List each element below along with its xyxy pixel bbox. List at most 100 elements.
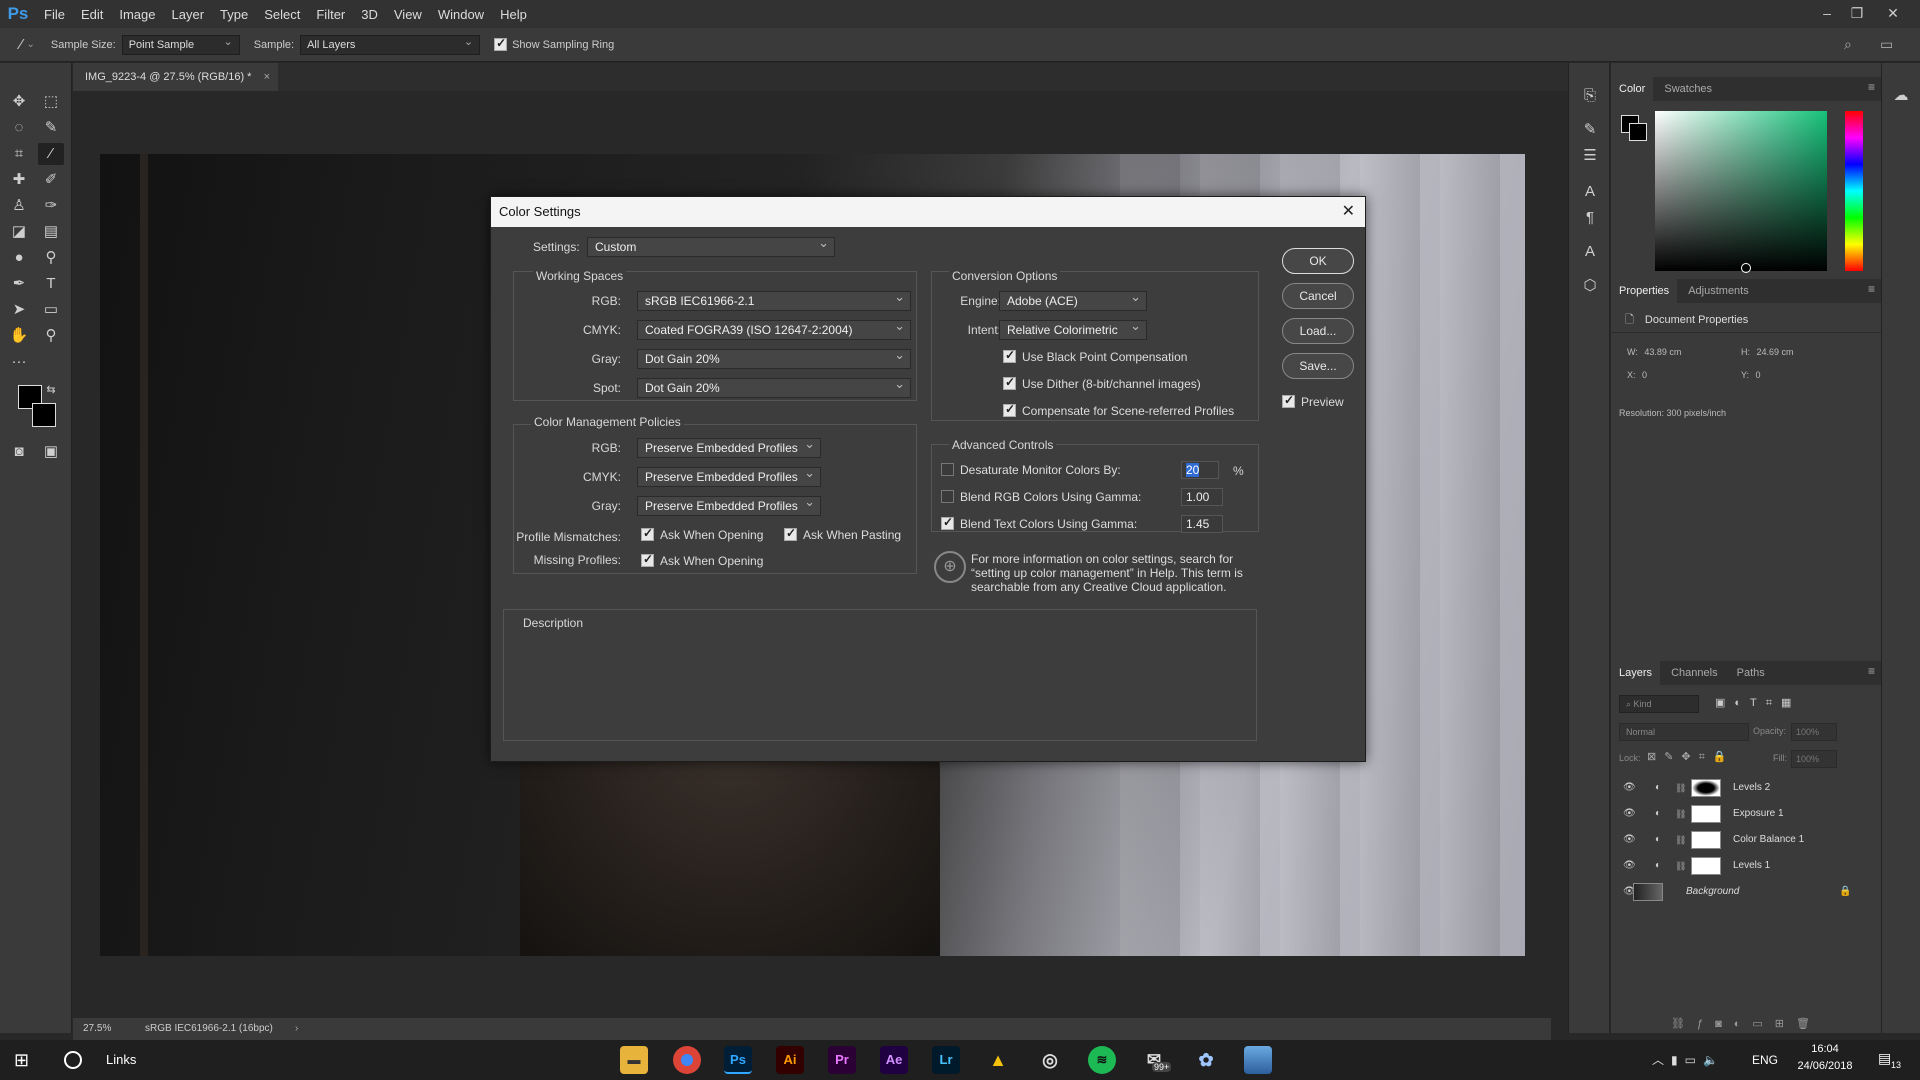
- layer-row[interactable]: 👁 ◐ ⛓ Levels 1: [1611, 853, 1881, 879]
- blend-mode-select[interactable]: Normal: [1619, 723, 1749, 741]
- menu-type[interactable]: Type: [212, 7, 256, 22]
- tab-paths[interactable]: Paths: [1729, 661, 1773, 685]
- gradient-tool-icon[interactable]: ▤: [38, 221, 64, 243]
- menu-filter[interactable]: Filter: [308, 7, 353, 22]
- checkbox[interactable]: [1003, 375, 1016, 391]
- pol-cmyk-select[interactable]: Preserve Embedded Profiles: [637, 464, 821, 487]
- save-button[interactable]: Save...: [1282, 353, 1354, 379]
- paragraph-panel-icon[interactable]: ¶: [1577, 207, 1603, 229]
- rectangle-tool-icon[interactable]: ▭: [38, 299, 64, 321]
- illustrator-icon[interactable]: Ai: [776, 1046, 804, 1074]
- lasso-tool-icon[interactable]: ◌: [6, 117, 32, 139]
- move-tool-icon[interactable]: ✥: [6, 91, 32, 113]
- marquee-tool-icon[interactable]: ⬚: [38, 91, 64, 113]
- eyedropper-tool-icon[interactable]: ⁄: [38, 143, 64, 165]
- layer-kind-filter[interactable]: ⌕ Kind: [1619, 695, 1699, 713]
- tab-color[interactable]: Color: [1611, 77, 1654, 101]
- x-field[interactable]: X: 0: [1627, 370, 1647, 380]
- engine-select[interactable]: Adobe (ACE): [999, 288, 1147, 311]
- lock-icons[interactable]: ⊠✎✥⌗🔒: [1647, 750, 1735, 764]
- screen-mode-icon[interactable]: ▣: [38, 441, 64, 463]
- background-color-swatch[interactable]: [32, 403, 56, 427]
- clock-time[interactable]: 16:04: [1795, 1043, 1855, 1055]
- checkbox[interactable]: [941, 463, 954, 477]
- path-select-icon[interactable]: ➤: [6, 299, 32, 321]
- swap-colors-icon[interactable]: ⇆: [38, 379, 64, 401]
- panel-menu-icon[interactable]: ≡: [1868, 664, 1875, 678]
- ws-rgb-select[interactable]: sRGB IEC61966-2.1: [637, 288, 911, 311]
- search-icon[interactable]: ⌕: [1844, 36, 1852, 53]
- close-window-icon[interactable]: ✕: [1878, 0, 1908, 28]
- glyphs-panel-icon[interactable]: A: [1577, 241, 1603, 263]
- blend-rgb-checkbox[interactable]: Blend RGB Colors Using Gamma:: [941, 490, 1141, 504]
- ask-pasting-checkbox[interactable]: Ask When Pasting: [784, 526, 901, 542]
- blur-tool-icon[interactable]: ●: [6, 247, 32, 269]
- links-toolbar[interactable]: Links: [106, 1052, 136, 1067]
- ws-cmyk-select[interactable]: Coated FOGRA39 (ISO 12647-2:2004): [637, 317, 911, 340]
- menu-image[interactable]: Image: [111, 7, 163, 22]
- eye-icon[interactable]: 👁: [1623, 827, 1636, 853]
- stamp-tool-icon[interactable]: ♙: [6, 195, 32, 217]
- panel-menu-icon[interactable]: ≡: [1868, 80, 1875, 94]
- eye-icon[interactable]: 👁: [1623, 853, 1636, 879]
- layer-row[interactable]: 👁 ◐ ⛓ Color Balance 1: [1611, 827, 1881, 853]
- zoom-level[interactable]: 27.5%: [83, 1018, 111, 1040]
- zoom-tool-icon[interactable]: ⚲: [38, 325, 64, 347]
- eyedropper-icon[interactable]: ⁄: [20, 36, 23, 53]
- blend-text-input[interactable]: 1.45: [1181, 515, 1223, 533]
- tab-properties[interactable]: Properties: [1611, 279, 1678, 303]
- eye-icon[interactable]: 👁: [1623, 801, 1636, 827]
- menu-help[interactable]: Help: [492, 7, 535, 22]
- cortana-icon[interactable]: [64, 1051, 82, 1069]
- workspace-icon[interactable]: ▭: [1880, 36, 1893, 53]
- ask-opening-checkbox[interactable]: Ask When Opening: [641, 526, 763, 542]
- libraries-icon[interactable]: ☁: [1888, 85, 1914, 107]
- show-ring-checkbox[interactable]: [494, 36, 508, 51]
- panel-menu-icon[interactable]: ≡: [1868, 282, 1875, 296]
- layer-row[interactable]: 👁 Background 🔒: [1611, 879, 1881, 905]
- after-effects-icon[interactable]: Ae: [880, 1046, 908, 1074]
- close-tab-icon[interactable]: ×: [264, 63, 270, 91]
- tab-layers[interactable]: Layers: [1611, 661, 1661, 685]
- tray-icons[interactable]: ︿▮▭🔈: [1652, 1051, 1725, 1068]
- brush-tool-icon[interactable]: ✐: [38, 169, 64, 191]
- menu-view[interactable]: View: [386, 7, 430, 22]
- google-drive-icon[interactable]: ▲: [984, 1046, 1012, 1074]
- sample-size-select[interactable]: Point Sample: [121, 33, 240, 55]
- tab-swatches[interactable]: Swatches: [1656, 77, 1720, 101]
- spotify-icon[interactable]: ≋: [1088, 1046, 1116, 1074]
- premiere-icon[interactable]: Pr: [828, 1046, 856, 1074]
- eye-icon[interactable]: 👁: [1623, 775, 1636, 801]
- history-brush-icon[interactable]: ✑: [38, 195, 64, 217]
- photos-app-icon[interactable]: [1244, 1046, 1272, 1074]
- black-point-checkbox[interactable]: Use Black Point Compensation: [1003, 348, 1187, 364]
- chevron-down-icon[interactable]: ⌄: [27, 39, 35, 50]
- quick-select-icon[interactable]: ✎: [38, 117, 64, 139]
- close-icon[interactable]: ✕: [1342, 197, 1355, 227]
- desaturate-checkbox[interactable]: Desaturate Monitor Colors By:: [941, 463, 1121, 477]
- more-tools-icon[interactable]: ···: [6, 351, 32, 373]
- history-panel-icon[interactable]: ⎘: [1577, 85, 1603, 107]
- missing-ask-opening-checkbox[interactable]: Ask When Opening: [641, 552, 763, 568]
- menu-select[interactable]: Select: [256, 7, 308, 22]
- davinci-icon[interactable]: ✿: [1192, 1046, 1220, 1074]
- minimize-icon[interactable]: –: [1812, 0, 1842, 28]
- width-field[interactable]: W: 43.89 cm: [1627, 347, 1681, 357]
- ws-spot-select[interactable]: Dot Gain 20%: [637, 375, 911, 398]
- notifications-icon[interactable]: ▤: [1878, 1050, 1891, 1067]
- dodge-tool-icon[interactable]: ⚲: [38, 247, 64, 269]
- adjust-panel-icon[interactable]: ☰: [1577, 145, 1603, 167]
- load-button[interactable]: Load...: [1282, 318, 1354, 344]
- music-app-icon[interactable]: ◎: [1036, 1046, 1064, 1074]
- layer-row[interactable]: 👁 ◐ ⛓ Exposure 1: [1611, 801, 1881, 827]
- desaturate-input[interactable]: 20: [1181, 461, 1219, 479]
- windows-start-icon[interactable]: ⊞: [14, 1050, 29, 1071]
- 3d-panel-icon[interactable]: ⬡: [1577, 275, 1603, 297]
- link-icon[interactable]: ⛓: [1675, 827, 1686, 853]
- menu-file[interactable]: File: [36, 7, 73, 22]
- tab-adjustments[interactable]: Adjustments: [1680, 279, 1757, 303]
- pol-gray-select[interactable]: Preserve Embedded Profiles: [637, 493, 821, 516]
- color-picker-ring[interactable]: [1741, 263, 1751, 273]
- opacity-field[interactable]: 100%: [1791, 723, 1837, 741]
- checkbox[interactable]: [784, 526, 797, 542]
